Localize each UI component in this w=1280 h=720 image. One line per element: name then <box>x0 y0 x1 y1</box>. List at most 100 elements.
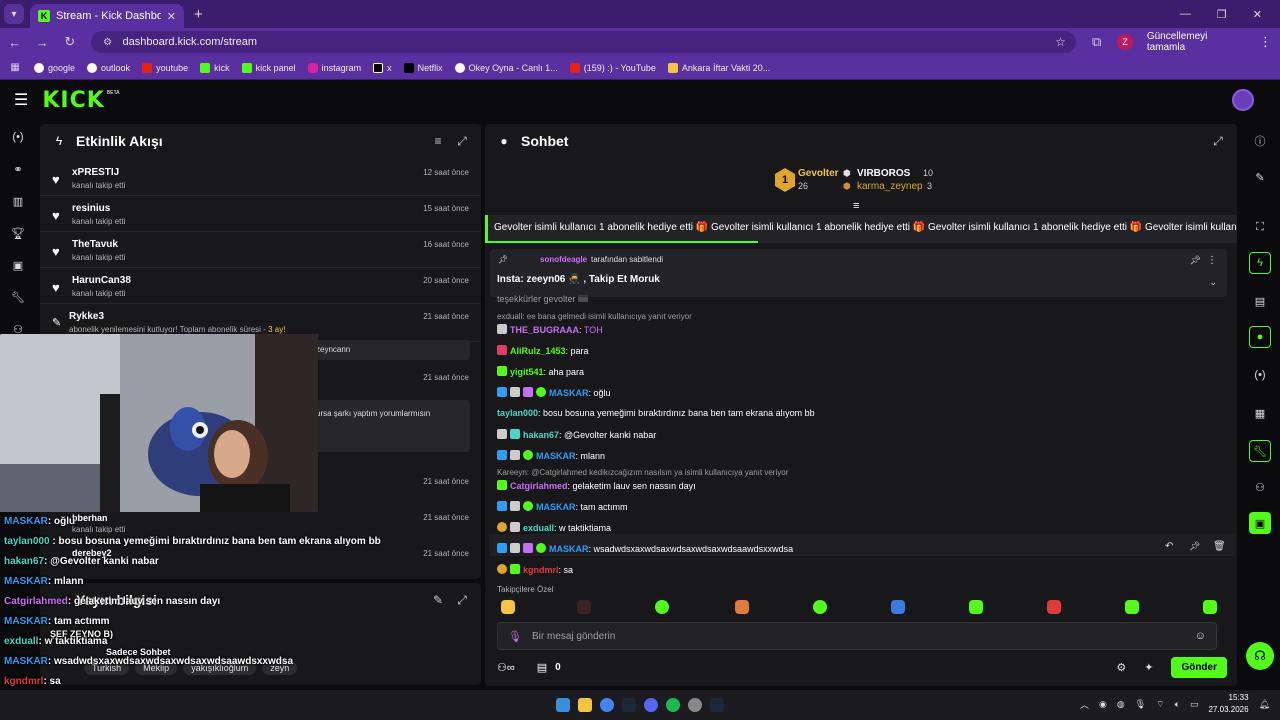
media-icon[interactable]: ▣ <box>9 256 27 274</box>
moderation-icon[interactable]: ▦ <box>1249 402 1271 424</box>
microphone-tray-icon[interactable]: 🎙︎ <box>1135 699 1146 710</box>
bookmark-outlook[interactable]: outlook <box>87 62 130 73</box>
close-icon[interactable]: ✕ <box>167 10 176 23</box>
hamburger-menu-icon[interactable]: ☰ <box>14 90 28 110</box>
restore-icon[interactable]: ❐ <box>1217 8 1227 21</box>
steam-icon[interactable] <box>622 698 636 712</box>
bookmark-kick-panel[interactable]: kick panel <box>241 62 296 73</box>
tab-search-icon[interactable]: ▾ <box>4 4 24 24</box>
avatar[interactable] <box>1232 89 1254 111</box>
edit-icon[interactable]: ✎ <box>1249 166 1271 188</box>
activity-username[interactable]: xPRESTIJ <box>72 167 119 178</box>
wifi-icon[interactable]: ⌔ <box>1156 699 1164 710</box>
support-icon[interactable]: ☊ <box>1246 642 1274 670</box>
bookmark-iftar[interactable]: Ankara İftar Vakti 20... <box>667 62 770 73</box>
leader-second-name[interactable]: VIRBOROS <box>857 168 910 179</box>
steam-tray-icon[interactable]: ◍ <box>1117 699 1125 710</box>
menu-icon[interactable]: ⋮ <box>1259 34 1272 50</box>
emote[interactable] <box>735 600 749 614</box>
url-field[interactable]: ⚙ dashboard.kick.com/stream ☆ <box>90 31 1076 53</box>
app-icon[interactable] <box>688 698 702 712</box>
chat-icon[interactable]: ● <box>1249 326 1271 348</box>
volume-icon[interactable]: 🔈︎ <box>1175 699 1180 710</box>
tools-icon[interactable]: 🔧︎ <box>1249 440 1271 462</box>
kick-logo[interactable]: KICK <box>42 88 104 113</box>
bot-icon[interactable]: ▣ <box>1249 512 1271 534</box>
popout-icon[interactable]: ⤢ <box>1211 134 1225 149</box>
activity-username[interactable]: Rykke3 <box>69 311 104 322</box>
emote[interactable] <box>501 600 515 614</box>
bookmark-youtube-2[interactable]: (159) :) - YouTube <box>569 62 656 73</box>
reload-icon[interactable]: ↻ <box>63 34 77 50</box>
activity-icon[interactable]: ϟ <box>1249 252 1271 274</box>
leader-first-name[interactable]: Gevolter <box>798 168 839 179</box>
browser-tab[interactable]: K Stream - Kick Dashboard ✕ <box>30 4 184 28</box>
discord-tray-icon[interactable]: ◉ <box>1099 699 1107 710</box>
minimize-icon[interactable]: — <box>1180 8 1191 21</box>
notes-icon[interactable]: ▤ <box>1249 290 1271 312</box>
pin-message-icon[interactable]: 📌︎ <box>1189 541 1200 552</box>
chevron-down-icon[interactable]: ⌄ <box>1209 277 1217 288</box>
emoji-icon[interactable]: ☺ <box>1195 630 1206 642</box>
live-broadcast-icon[interactable]: (•) <box>9 128 27 146</box>
popout-icon[interactable]: ⤢ <box>455 134 469 149</box>
community-points-icon[interactable]: ⚇∞ <box>497 661 515 674</box>
chat-input[interactable] <box>531 630 1185 642</box>
clock[interactable]: 15:33 27.03.2026 <box>1209 692 1249 716</box>
extensions-icon[interactable]: ⧉ <box>1090 34 1104 50</box>
forward-icon[interactable]: → <box>36 35 50 50</box>
battery-icon[interactable]: ▭ <box>1190 699 1199 710</box>
file-explorer-icon[interactable] <box>578 698 592 712</box>
more-icon[interactable]: ⋮ <box>1207 255 1217 266</box>
wrench-icon[interactable]: 🔧︎ <box>9 288 27 306</box>
emote[interactable] <box>1203 600 1217 614</box>
emote-menu-icon[interactable]: ✦ <box>1144 661 1153 674</box>
link-icon[interactable]: ⚭ <box>9 160 27 178</box>
collapse-icon[interactable]: ≡ <box>853 200 859 212</box>
new-tab-icon[interactable]: + <box>194 6 203 23</box>
emote[interactable] <box>577 600 591 614</box>
bookmark-x[interactable]: x <box>373 62 392 73</box>
microphone-icon[interactable]: 🎙︎ <box>508 630 522 643</box>
apps-grid-icon[interactable]: ▦ <box>8 62 22 73</box>
site-info-icon[interactable]: ⚙ <box>101 37 115 48</box>
activity-username[interactable]: HarunCan38 <box>72 275 131 286</box>
steam-icon[interactable] <box>710 698 724 712</box>
emote[interactable] <box>1125 600 1139 614</box>
gift-icon[interactable]: ▤ <box>537 661 547 674</box>
start-icon[interactable] <box>556 698 570 712</box>
update-button[interactable]: Güncellemeyi tamamla <box>1147 31 1245 53</box>
emote[interactable] <box>891 600 905 614</box>
activity-username[interactable]: resinius <box>72 203 110 214</box>
reply-icon[interactable]: ↶ <box>1165 541 1173 552</box>
screenshot-icon[interactable]: ⛶ <box>1249 216 1271 238</box>
unpin-icon[interactable]: 📌︎ <box>1190 255 1201 266</box>
bookmark-youtube[interactable]: youtube <box>142 62 188 73</box>
filter-icon[interactable]: ≡ <box>431 134 445 148</box>
send-button[interactable]: Gönder <box>1171 656 1227 678</box>
chevron-up-icon[interactable]: ︿ <box>1080 698 1089 711</box>
bookmark-star-icon[interactable]: ☆ <box>1055 35 1066 49</box>
leader-third-name[interactable]: karma_zeynep <box>857 181 923 192</box>
delete-icon[interactable]: 🗑︎ <box>1213 541 1226 552</box>
bookmark-google[interactable]: google <box>34 62 75 73</box>
trophy-icon[interactable]: 🏆︎ <box>9 224 27 242</box>
spotify-icon[interactable] <box>666 698 680 712</box>
emote[interactable] <box>969 600 983 614</box>
bookmark-okey[interactable]: Okey Oyna - Canlı 1... <box>454 62 558 73</box>
notifications-icon[interactable]: 🔔︎ <box>1259 699 1270 710</box>
emote[interactable] <box>1047 600 1061 614</box>
analytics-icon[interactable]: ▥ <box>9 192 27 210</box>
bookmark-kick[interactable]: kick <box>200 62 230 73</box>
info-icon[interactable]: ⓘ <box>1249 130 1271 152</box>
discord-icon[interactable] <box>644 698 658 712</box>
chrome-icon[interactable] <box>600 698 614 712</box>
pinned-by-user[interactable]: sonofdeagle <box>540 255 587 264</box>
profile-avatar[interactable]: Z <box>1117 34 1133 50</box>
bookmark-netflix[interactable]: Netflix <box>403 62 443 73</box>
emote[interactable] <box>813 600 827 614</box>
community-icon[interactable]: ⚇ <box>1249 476 1271 498</box>
activity-username[interactable]: TheTavuk <box>72 239 118 250</box>
broadcast-icon[interactable]: (•) <box>1249 364 1271 386</box>
back-icon[interactable]: ← <box>8 35 22 50</box>
